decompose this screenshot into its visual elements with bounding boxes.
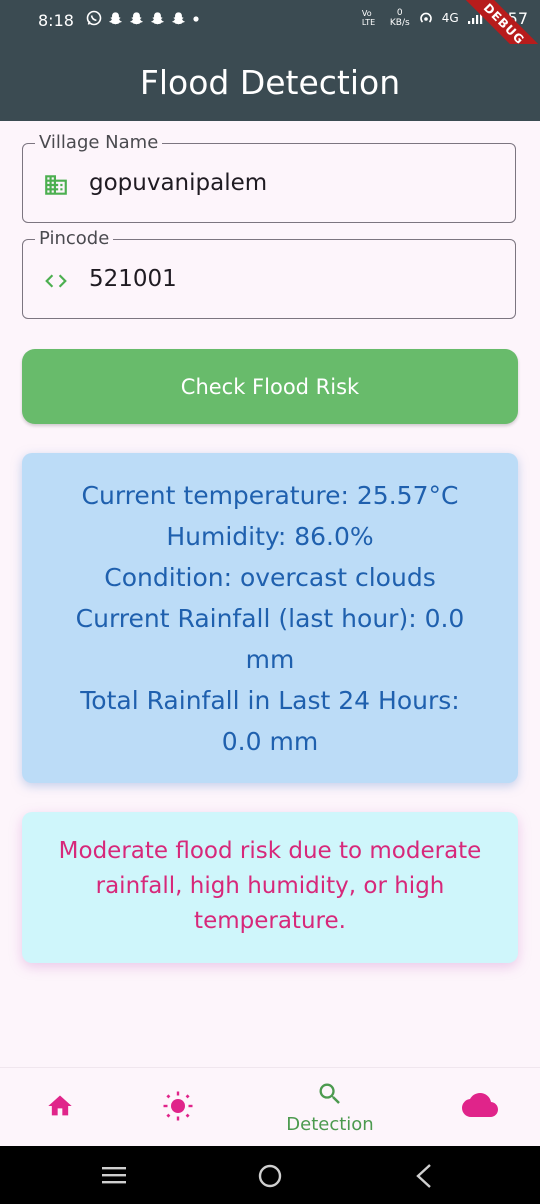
current-rainfall-text: Current Rainfall (last hour): 0.0 — [75, 604, 465, 633]
total-rainfall-value: 0.0 mm — [221, 727, 319, 756]
village-name-label: Village Name — [35, 132, 163, 153]
current-rainfall-unit: mm — [245, 645, 295, 674]
building-icon — [45, 175, 67, 195]
cloud-icon — [462, 1093, 498, 1117]
snapchat-icon — [129, 11, 144, 24]
weather-info-card: Current temperature: 25.57°C Humidity: 8… — [22, 453, 518, 783]
village-name-input[interactable]: gopuvanipalem — [89, 170, 267, 196]
village-name-field[interactable]: Village Name gopuvanipalem — [22, 132, 516, 223]
temperature-text: Current temperature: 25.57°C — [81, 481, 459, 510]
nav-detection[interactable]: Detection — [270, 1068, 390, 1147]
flood-risk-card: Moderate flood risk due to moderate rain… — [22, 812, 518, 963]
bottom-navigation: Detection — [0, 1067, 540, 1147]
snapchat-icon — [171, 11, 186, 24]
risk-text-line-3: temperature. — [194, 908, 346, 934]
check-flood-risk-button[interactable]: Check Flood Risk — [22, 349, 518, 424]
nav-cloud[interactable] — [420, 1068, 540, 1147]
data-rate-value: 0 — [396, 8, 403, 18]
whatsapp-icon — [86, 10, 102, 26]
status-time: 8:18 — [38, 11, 74, 30]
snapchat-icon — [150, 11, 165, 24]
snapchat-icon — [108, 11, 123, 24]
total-rainfall-label: Total Rainfall in Last 24 Hours: — [80, 686, 460, 715]
system-navigation-bar — [0, 1146, 540, 1204]
recent-apps-icon[interactable] — [100, 1162, 128, 1188]
notification-icons — [86, 10, 200, 26]
code-icon — [45, 274, 67, 288]
home-button-icon[interactable] — [256, 1162, 284, 1190]
back-icon[interactable] — [412, 1162, 436, 1190]
humidity-text: Humidity: 86.0% — [166, 522, 374, 551]
hotspot-icon — [419, 12, 432, 23]
data-rate: 0 KB/s — [390, 8, 410, 28]
status-bar: 8:18 Vo LTE 0 KB/s 4G 57 DEBUG — [0, 0, 540, 81]
pincode-input[interactable]: 521001 — [89, 266, 177, 292]
home-icon — [48, 1095, 72, 1116]
page-title: Flood Detection — [139, 63, 401, 102]
data-rate-unit: KB/s — [389, 18, 410, 28]
nav-home[interactable] — [0, 1068, 120, 1147]
more-notifications-dot-icon — [193, 16, 199, 22]
nav-detection-label: Detection — [286, 1114, 374, 1135]
pincode-label: Pincode — [35, 228, 114, 249]
app-bar: Flood Detection — [0, 44, 540, 121]
pincode-field[interactable]: Pincode 521001 — [22, 228, 516, 319]
risk-text-line-2: rainfall, high humidity, or high — [95, 873, 445, 899]
risk-text-line-1: Moderate flood risk due to moderate — [58, 838, 482, 864]
search-icon — [319, 1083, 340, 1104]
nav-weather[interactable] — [118, 1068, 238, 1147]
condition-text: Condition: overcast clouds — [104, 563, 436, 592]
network-type: 4G — [441, 11, 459, 25]
sun-icon — [163, 1091, 193, 1121]
volte-indicator: Vo LTE — [361, 9, 376, 27]
